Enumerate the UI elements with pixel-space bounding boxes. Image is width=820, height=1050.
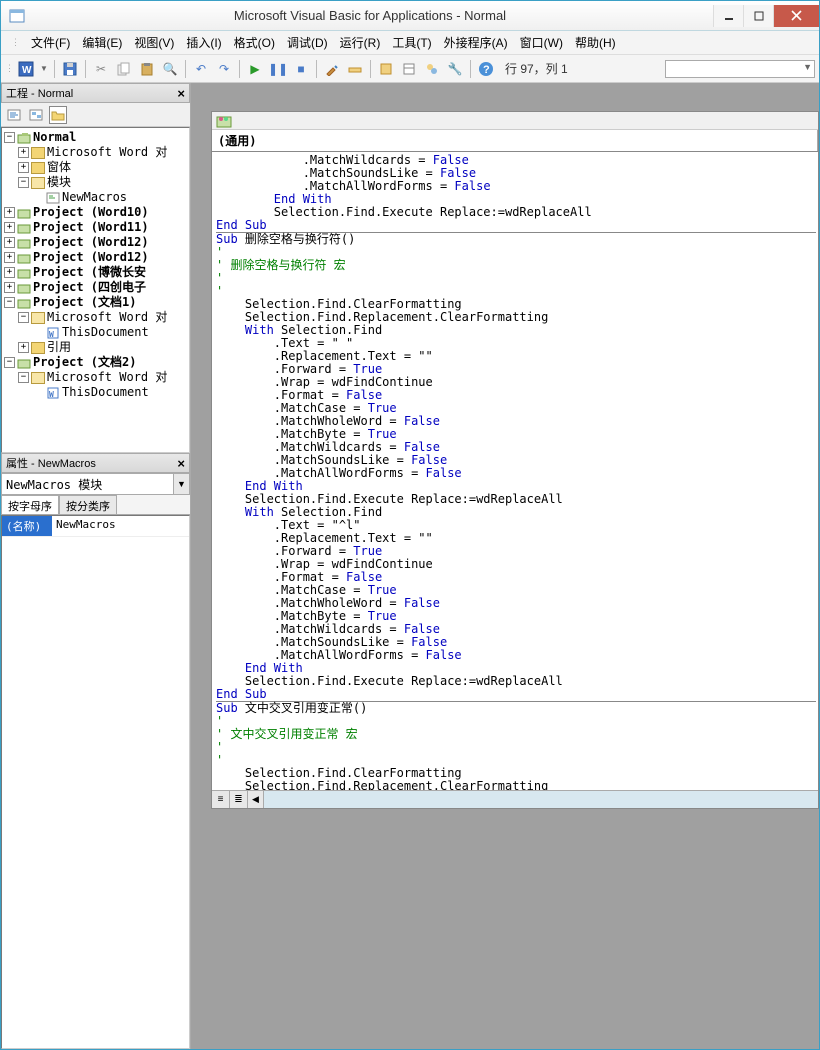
find-icon[interactable]: 🔍 (160, 59, 180, 79)
maximize-button[interactable] (743, 5, 773, 27)
titlebar[interactable]: Microsoft Visual Basic for Applications … (1, 1, 819, 31)
tab-categorized[interactable]: 按分类序 (59, 495, 117, 514)
prop-name-label: (名称) (2, 516, 52, 536)
menu-view[interactable]: 视图(V) (134, 34, 174, 51)
mdi-area: (通用) .MatchWildcards = False .MatchSound… (191, 83, 819, 1049)
properties-object-combo[interactable]: NewMacros 模块▼ (1, 473, 190, 495)
run-icon[interactable]: ▶ (245, 59, 265, 79)
dropdown-icon[interactable]: ▼ (39, 59, 49, 79)
svg-text:W: W (22, 65, 32, 76)
toolbar: ⋮ W ▼ ✂ 🔍 ↶ ↷ ▶ ❚❚ ■ 🔧 ? 行 97，列 1 (1, 55, 819, 83)
paste-icon[interactable] (137, 59, 157, 79)
menu-window[interactable]: 窗口(W) (520, 34, 563, 51)
vba-icon (216, 114, 232, 128)
folder-view-icon[interactable] (49, 106, 67, 124)
toolbar-combo[interactable] (665, 60, 815, 78)
procedure-view-icon[interactable]: ≡ (212, 791, 230, 808)
properties-grid[interactable]: (名称)NewMacros (1, 515, 190, 1049)
code-window: (通用) .MatchWildcards = False .MatchSound… (211, 111, 819, 809)
menu-format[interactable]: 格式(O) (234, 34, 275, 51)
object-dropdown[interactable]: (通用) (212, 130, 818, 151)
window-title: Microsoft Visual Basic for Applications … (27, 8, 713, 23)
svg-text:W: W (49, 390, 54, 399)
copy-icon[interactable] (114, 59, 134, 79)
cut-icon[interactable]: ✂ (91, 59, 111, 79)
project-icon (17, 132, 31, 144)
svg-text:W: W (49, 330, 54, 339)
module-icon (46, 192, 60, 204)
ruler-icon[interactable] (345, 59, 365, 79)
undo-icon[interactable]: ↶ (191, 59, 211, 79)
help-icon[interactable]: ? (476, 59, 496, 79)
full-module-view-icon[interactable]: ≣ (230, 791, 248, 808)
horizontal-scrollbar[interactable]: ◀ (248, 791, 818, 808)
menu-edit[interactable]: 编辑(E) (82, 34, 122, 51)
properties-panel-title: 属性 - NewMacros × (1, 453, 190, 473)
design-icon[interactable] (322, 59, 342, 79)
cursor-position: 行 97，列 1 (505, 60, 568, 77)
properties-icon[interactable] (399, 59, 419, 79)
grip-icon: ⋮ (5, 63, 13, 74)
menu-addins[interactable]: 外接程序(A) (444, 34, 508, 51)
minimize-button[interactable] (713, 5, 743, 27)
project-icon[interactable] (376, 59, 396, 79)
app-icon (7, 6, 27, 26)
project-panel-title: 工程 - Normal × (1, 83, 190, 103)
project-toolbar (1, 103, 190, 127)
doc-icon: W (46, 327, 60, 339)
object-browser-icon[interactable] (422, 59, 442, 79)
grip-icon: ⋮ (11, 37, 19, 48)
menu-run[interactable]: 运行(R) (340, 34, 381, 51)
stop-icon[interactable]: ■ (291, 59, 311, 79)
word-icon[interactable]: W (16, 59, 36, 79)
toolbox-icon[interactable]: 🔧 (445, 59, 465, 79)
menu-insert[interactable]: 插入(I) (186, 34, 221, 51)
menu-help[interactable]: 帮助(H) (575, 34, 616, 51)
view-object-icon[interactable] (27, 106, 45, 124)
menu-file[interactable]: 文件(F) (31, 34, 70, 51)
properties-close-icon[interactable]: × (177, 456, 185, 471)
menu-debug[interactable]: 调试(D) (287, 34, 328, 51)
menubar: ⋮ 文件(F) 编辑(E) 视图(V) 插入(I) 格式(O) 调试(D) 运行… (1, 31, 819, 55)
project-icon (17, 207, 31, 219)
save-icon[interactable] (60, 59, 80, 79)
tab-alphabetic[interactable]: 按字母序 (1, 495, 59, 514)
code-editor[interactable]: .MatchWildcards = False .MatchSoundsLike… (212, 152, 818, 790)
pause-icon[interactable]: ❚❚ (268, 59, 288, 79)
prop-name-value[interactable]: NewMacros (52, 516, 189, 536)
close-button[interactable] (773, 5, 819, 27)
view-code-icon[interactable] (5, 106, 23, 124)
redo-icon[interactable]: ↷ (214, 59, 234, 79)
project-close-icon[interactable]: × (177, 86, 185, 101)
svg-text:?: ? (483, 64, 490, 76)
project-tree[interactable]: −Normal +Microsoft Word 对 +窗体 −模块 NewMac… (1, 127, 190, 453)
menu-tools[interactable]: 工具(T) (392, 34, 431, 51)
